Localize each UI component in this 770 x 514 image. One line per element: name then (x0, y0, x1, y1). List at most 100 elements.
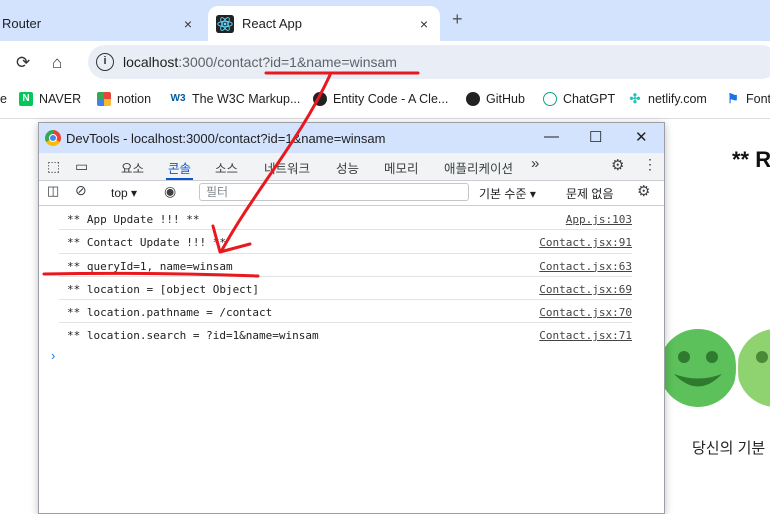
context-selector[interactable]: top ▾ (111, 186, 137, 200)
log-source-link[interactable]: Contact.jsx:63 (539, 260, 632, 273)
bookmark-label: Entity Code - A Cle... (333, 92, 449, 106)
context-label: top (111, 186, 128, 200)
tab-react-app[interactable]: React App × (208, 6, 440, 41)
console-log-row: ** location.pathname = /contact Contact.j… (59, 300, 632, 324)
bookmark-entity-code[interactable]: Entity Code - A Cle... (313, 92, 448, 106)
bookmark-label: GitHub (486, 92, 525, 106)
chevron-down-icon: ▾ (131, 186, 138, 200)
console-prompt[interactable]: › (51, 348, 55, 363)
devtools-panel-tabs: ⬚ ▭ 요소 콘솔 소스 네트워크 성능 메모리 애플리케이션 » ⚙ ⋮ (39, 153, 664, 181)
browser-tab-strip: Router × React App × + (0, 0, 770, 41)
url-text[interactable]: localhost:3000/contact?id=1&name=winsam (123, 54, 397, 70)
netlify-icon: ✣ (629, 91, 641, 106)
mood-caption: 당신의 기분 (692, 440, 766, 457)
close-icon[interactable]: × (420, 16, 428, 32)
bookmark-netlify[interactable]: ✣ netlify.com (628, 91, 707, 107)
issues-counter[interactable]: 문제 없음 (566, 185, 614, 202)
tab-sources[interactable]: 소스 (215, 158, 238, 177)
chatgpt-icon (543, 92, 557, 106)
device-toolbar-icon[interactable]: ▭ (75, 158, 88, 175)
log-source-link[interactable]: Contact.jsx:69 (539, 283, 632, 296)
log-source-link[interactable]: App.js:103 (566, 213, 632, 226)
close-icon[interactable]: × (184, 16, 192, 32)
site-info-icon[interactable]: i (96, 53, 114, 71)
github-icon (466, 92, 480, 106)
address-bar[interactable]: i localhost:3000/contact?id=1&name=winsa… (88, 45, 770, 79)
bookmark-chatgpt[interactable]: ChatGPT (543, 92, 615, 106)
console-log-row: ** location.search = ?id=1&name=winsam Co… (59, 323, 632, 345)
log-source-link[interactable]: Contact.jsx:71 (539, 329, 632, 342)
bookmark-naver[interactable]: N NAVER (19, 92, 81, 106)
entity-code-icon (313, 92, 327, 106)
bookmark-item[interactable]: e (0, 92, 7, 106)
console-filter-input[interactable]: 필터 (199, 183, 469, 201)
clear-console-icon[interactable]: ⊘ (75, 182, 87, 199)
tab-label: Router (2, 16, 42, 31)
log-message: ** Contact Update !!! ** (67, 236, 226, 250)
bookmark-label: netlify.com (648, 92, 707, 106)
bookmark-label: ChatGPT (563, 92, 616, 106)
log-source-link[interactable]: Contact.jsx:91 (539, 236, 632, 249)
more-tabs-icon[interactable]: » (531, 155, 539, 172)
log-message: ** location.search = ?id=1&name=winsam (67, 329, 319, 343)
home-icon[interactable]: ⌂ (52, 53, 62, 73)
bookmark-font[interactable]: ⚑ Font (726, 91, 770, 107)
smiley-happy-icon[interactable] (660, 319, 736, 417)
console-log-row: ** queryId=1, name=winsam Contact.jsx:63 (59, 254, 632, 277)
bookmark-notion[interactable]: notion (97, 92, 151, 106)
devtools-window: DevTools - localhost:3000/contact?id=1&n… (38, 122, 665, 514)
browser-toolbar: ⟳ ⌂ i localhost:3000/contact?id=1&name=w… (0, 41, 770, 84)
chrome-logo-icon (45, 130, 61, 146)
tab-label: React App (242, 16, 302, 31)
smiley-content-icon[interactable] (738, 319, 770, 417)
bookmark-w3c[interactable]: W3 The W3C Markup... (170, 92, 301, 106)
log-message: ** location.pathname = /contact (67, 306, 273, 320)
flag-icon: ⚑ (727, 91, 739, 106)
page-title: ** R (732, 147, 770, 172)
console-messages: ** App Update !!! ** App.js:103 ** Contac… (39, 207, 664, 346)
tab-console[interactable]: 콘솔 (165, 158, 194, 180)
sidebar-toggle-icon[interactable]: ◫ (47, 183, 59, 199)
minimize-icon[interactable]: — (544, 128, 559, 145)
bookmark-label: Font (746, 92, 770, 106)
more-options-icon[interactable]: ⋮ (643, 156, 657, 173)
bookmark-label: NAVER (39, 92, 82, 106)
reload-icon[interactable]: ⟳ (16, 53, 30, 73)
new-tab-button[interactable]: + (452, 9, 463, 30)
console-log-row: ** location = [object Object] Contact.jsx… (59, 277, 632, 301)
log-message: ** location = [object Object] (67, 282, 260, 296)
notion-icon (97, 92, 111, 106)
tab-memory[interactable]: 메모리 (384, 158, 419, 177)
console-log-row: ** App Update !!! ** App.js:103 (59, 207, 632, 231)
w3c-icon: W3 (170, 93, 186, 104)
console-settings-icon[interactable]: ⚙ (637, 182, 650, 200)
tab-router[interactable]: Router × (0, 6, 204, 41)
close-icon[interactable]: ✕ (635, 128, 648, 146)
log-message: ** queryId=1, name=winsam (67, 259, 233, 273)
log-source-link[interactable]: Contact.jsx:70 (539, 306, 632, 319)
devtools-title: DevTools - localhost:3000/contact?id=1&n… (66, 131, 386, 146)
eye-icon[interactable]: ◉ (164, 183, 176, 200)
tab-performance[interactable]: 성능 (336, 158, 359, 177)
settings-gear-icon[interactable]: ⚙ (611, 156, 624, 174)
chevron-down-icon: ▾ (529, 187, 536, 201)
console-filter-bar: ◫ ⊘ top ▾ ◉ 필터 기본 수준 ▾ 문제 없음 ⚙ (39, 181, 664, 206)
bookmark-label: The W3C Markup... (192, 92, 301, 106)
log-levels-label: 기본 수준 (479, 187, 527, 201)
tab-network[interactable]: 네트워크 (264, 158, 310, 177)
react-icon (216, 14, 234, 33)
inspect-element-icon[interactable]: ⬚ (47, 158, 60, 175)
url-host: localhost (123, 54, 179, 70)
bookmark-label: notion (117, 92, 152, 106)
bookmark-github[interactable]: GitHub (466, 92, 525, 106)
devtools-titlebar: DevTools - localhost:3000/contact?id=1&n… (39, 123, 664, 153)
maximize-icon[interactable]: ☐ (589, 128, 602, 146)
log-message: ** App Update !!! ** (67, 213, 200, 226)
bookmark-label: e (0, 92, 7, 106)
bookmarks-bar: e N NAVER notion W3 The W3C Markup... Enti… (0, 84, 770, 119)
tab-application[interactable]: 애플리케이션 (444, 158, 513, 177)
tab-elements[interactable]: 요소 (121, 158, 144, 177)
console-log-row: ** Contact Update !!! ** Contact.jsx:91 (59, 230, 632, 254)
log-levels-dropdown[interactable]: 기본 수준 ▾ (479, 185, 536, 202)
url-path: :3000/contact?id=1&name=winsam (178, 54, 397, 70)
